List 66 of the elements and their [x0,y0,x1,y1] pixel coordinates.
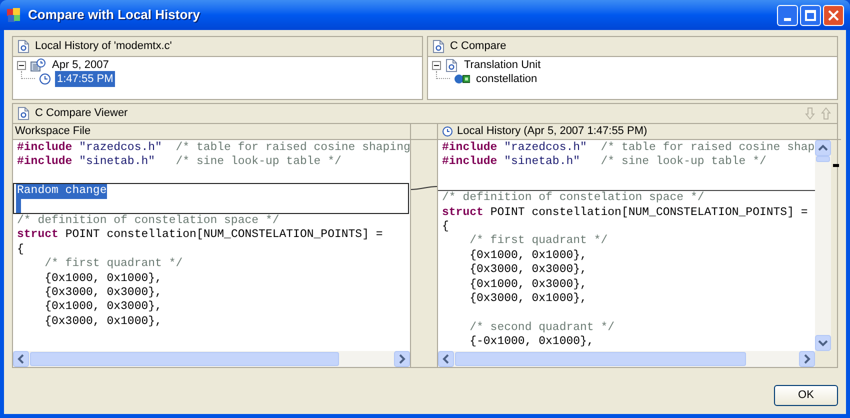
tree-item[interactable]: constellation [474,70,540,88]
scroll-right-button[interactable] [394,351,410,367]
pane-title: Workspace File [15,124,91,140]
tree-item[interactable]: 1:47:55 PM [55,70,116,88]
code-line: {0x1000, 0x3000}, [468,278,588,292]
window-title: Compare with Local History [28,6,200,24]
maximize-icon [805,10,816,20]
code-line: { [441,220,450,234]
selected-text[interactable]: Random change [16,184,107,199]
code-editor[interactable] [438,140,815,351]
variable-icon [454,73,470,85]
close-button[interactable] [823,4,844,26]
code-line: struct POINT constellation[NUM_CONSTELATION_POINTS] = [441,206,809,220]
scroll-up-button[interactable] [814,140,831,156]
scrollbar-thumb[interactable] [455,352,746,366]
file-icon [17,39,30,54]
code-line: {0x3000, 0x1000}, [44,314,163,330]
panel-title: C Compare [450,39,506,54]
clock-icon [39,73,51,85]
code-line: {0x3000, 0x3000}, [468,263,588,278]
pane-title: Local History (Apr 5, 2007 1:47:55 PM) [457,124,648,140]
scroll-down-button[interactable] [814,335,831,351]
vertical-scrollbar[interactable] [814,140,831,351]
scroll-left-button[interactable] [13,351,29,367]
code-line: { [16,242,25,258]
scroll-right-button[interactable] [798,351,815,367]
ok-button[interactable]: OK [774,385,838,406]
scrollbar-thumb[interactable] [30,352,339,366]
code-line: struct POINT constellation[NUM_CONSTELATION_POINTS] = [16,228,384,243]
panel-title: Local History of 'modemtx.c' [35,39,172,54]
close-icon [828,10,839,20]
code-editor[interactable] [13,140,410,351]
code-line: /* definition of constelation space */ [16,214,280,228]
code-line: #include "sinetab.h" /* sine look-up table */ [16,155,342,170]
code-line: {0x1000, 0x3000}, [44,300,163,315]
collapse-toggle[interactable] [432,60,441,70]
code-line: {0x1000, 0x1000}, [468,248,588,264]
code-line: {-0x1000, 0x1000}, [468,335,595,350]
tree-item[interactable]: Translation Unit [462,56,543,74]
code-line: #include "razedcos.h" /* table for raised cosine shap [441,141,815,156]
selection-highlight [16,198,21,213]
tree-item[interactable]: Apr 5, 2007 [50,56,111,74]
panel-title: C Compare Viewer [35,106,128,122]
file-icon [17,106,30,121]
file-icon [432,39,445,54]
maximize-button[interactable] [800,4,821,26]
minimize-icon [784,18,791,20]
app-icon [6,7,22,23]
code-line: {0x3000, 0x1000}, [468,292,588,306]
code-line: {0x1000, 0x1000}, [44,272,163,286]
scroll-left-button[interactable] [438,351,454,367]
horizontal-scrollbar[interactable] [13,351,410,367]
connector-line [411,186,437,190]
clock-icon [442,126,453,137]
collapse-toggle[interactable] [17,60,26,70]
code-line: /* second quadrant */ [468,320,616,336]
horizontal-scrollbar[interactable] [438,351,815,367]
code-line: /* definition of constelation space */ [441,191,706,206]
change-marker[interactable] [832,164,839,167]
code-line: /* first quadrant */ [44,257,184,272]
minimize-button[interactable] [777,4,798,26]
scrollbar-thumb[interactable] [816,156,830,162]
code-line: #include "sinetab.h" /* sine look-up table */ [441,155,768,170]
code-line: {0x3000, 0x3000}, [44,286,163,300]
code-line: #include "razedcos.h" /* table for raised cosine shaping [16,141,410,156]
code-line: /* first quadrant */ [468,234,609,249]
